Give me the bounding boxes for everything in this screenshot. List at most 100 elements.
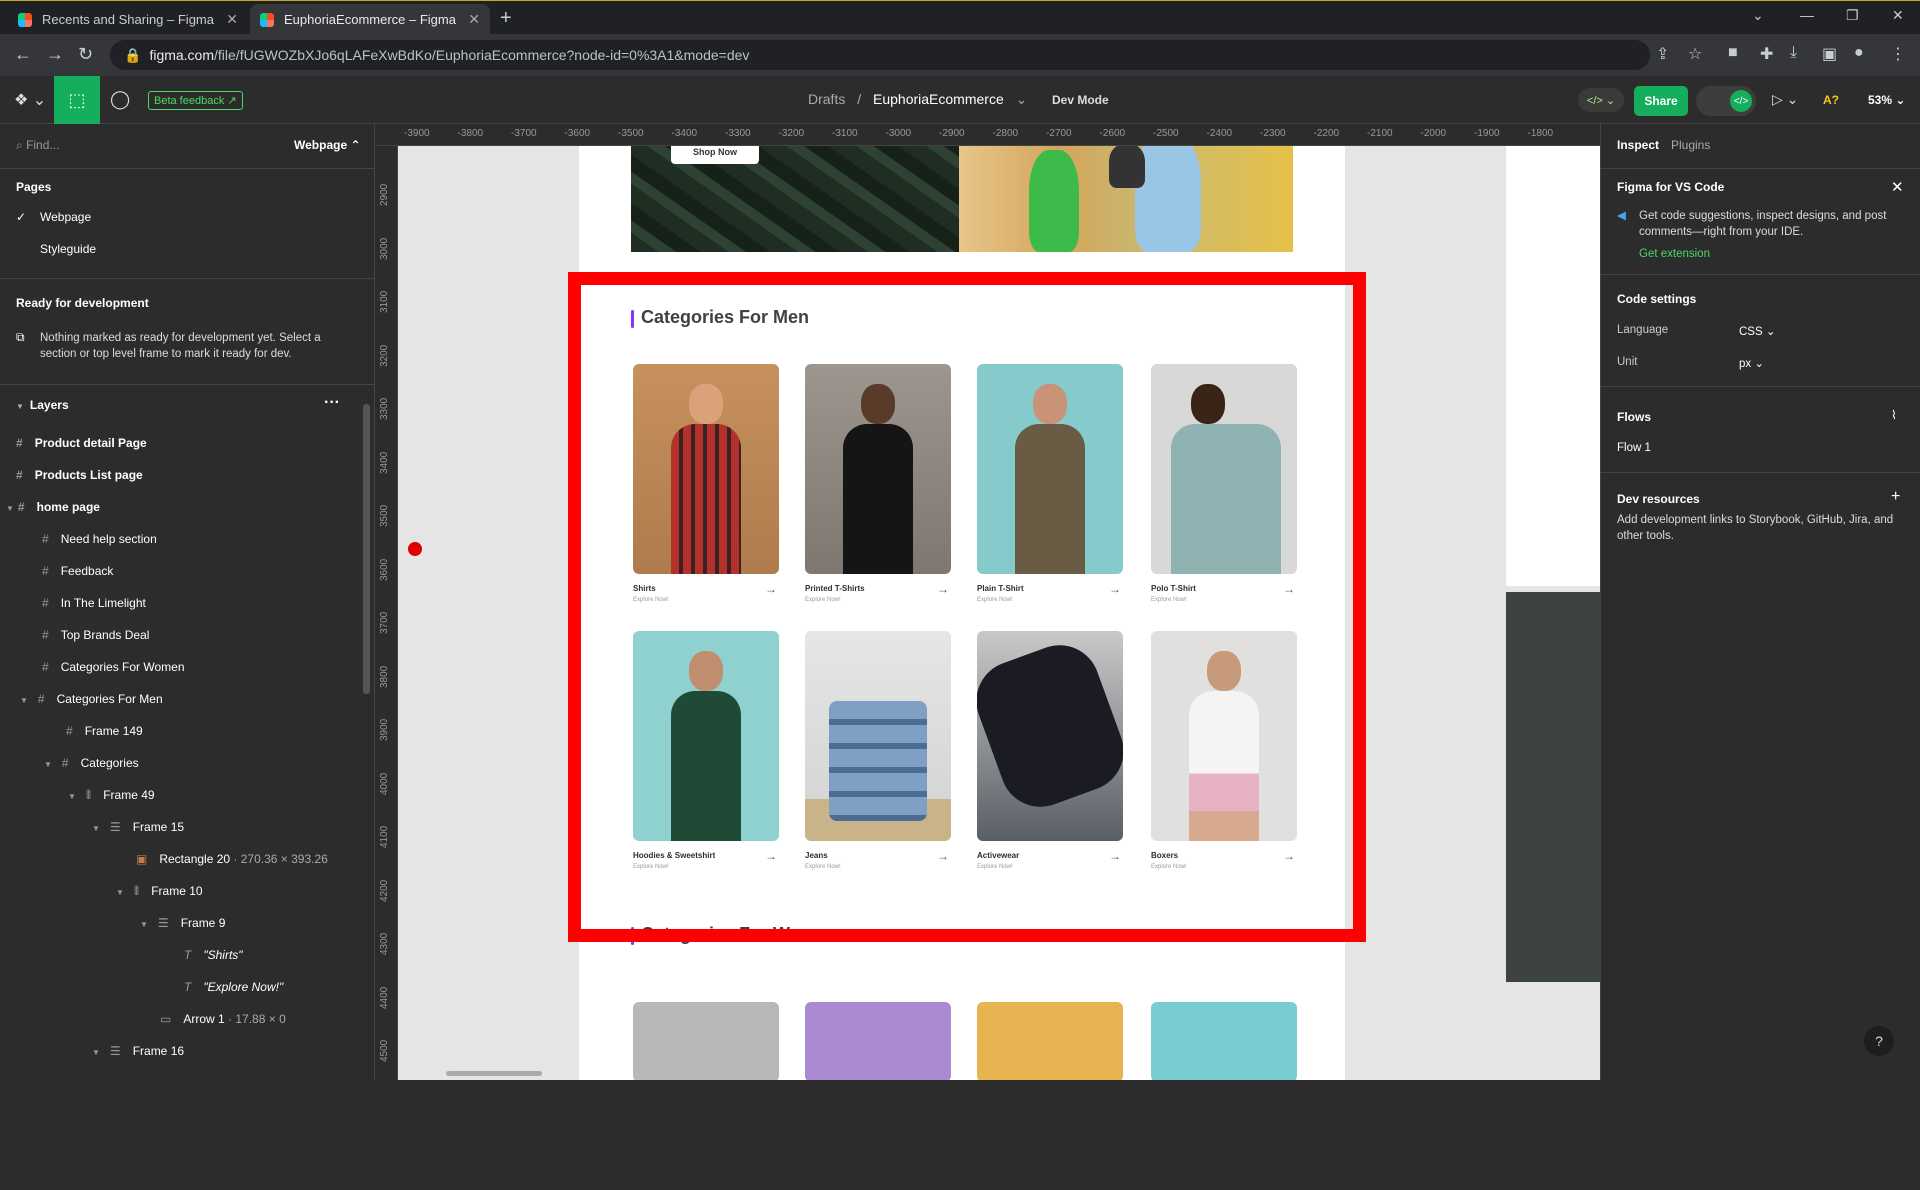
layer-frame-149[interactable]: # Frame 149 <box>66 724 143 738</box>
back-icon[interactable]: ← <box>14 44 32 65</box>
flow-item[interactable]: Flow 1 <box>1617 442 1651 454</box>
layer-frame-9[interactable]: ▼ ☰ Frame 9 <box>140 916 225 930</box>
minimize-icon[interactable]: — <box>1800 7 1814 23</box>
layer-categories-men[interactable]: ▼ # Categories For Men <box>20 692 163 706</box>
new-tab-icon[interactable]: + <box>500 7 512 30</box>
layer-arrow-1[interactable]: ▭ Arrow 1 · 17.88 × 0 <box>160 1012 286 1026</box>
close-window-icon[interactable]: ✕ <box>1892 7 1904 24</box>
menu-dots-icon[interactable]: ⋮ <box>1890 44 1906 64</box>
adjacent-dark-frame[interactable] <box>1506 592 1600 982</box>
flow-icon[interactable]: ⌇ <box>1891 408 1897 422</box>
reload-icon[interactable]: ↻ <box>78 44 93 65</box>
breadcrumb-drafts[interactable]: Drafts <box>808 91 845 107</box>
women-card-image[interactable] <box>633 1002 779 1080</box>
ruler-tick-label: -2600 <box>1099 128 1126 139</box>
page-item-webpage[interactable]: Webpage <box>40 210 91 224</box>
sidebar-icon[interactable]: ▣ <box>1822 44 1837 64</box>
layer-top-brands[interactable]: # Top Brands Deal <box>42 628 149 642</box>
women-card-image[interactable] <box>1151 1002 1297 1080</box>
layer-frame-15[interactable]: ▼ ☰ Frame 15 <box>92 820 184 834</box>
beta-feedback-button[interactable]: Beta feedback ↗ <box>148 91 243 110</box>
page-dropdown[interactable]: Webpage ⌃ <box>294 138 361 152</box>
tab-plugins[interactable]: Plugins <box>1671 138 1710 152</box>
layer-meta: · 17.88 × 0 <box>228 1012 286 1026</box>
women-card-image[interactable] <box>977 1002 1123 1080</box>
layers-title[interactable]: ▼ Layers <box>16 398 69 412</box>
layer-home-page[interactable]: ▼ # home page <box>6 500 100 514</box>
layer-products-list[interactable]: # Products List page <box>16 468 143 482</box>
page-item-styleguide[interactable]: Styleguide <box>40 242 96 256</box>
layer-label: Need help section <box>60 532 157 546</box>
tab-search-icon[interactable]: ⌄ <box>1752 7 1764 24</box>
tab-recents[interactable]: Recents and Sharing – Figma ✕ <box>8 4 248 35</box>
forward-icon[interactable]: → <box>46 44 64 65</box>
close-icon[interactable]: ✕ <box>1891 178 1904 196</box>
layer-rectangle-20[interactable]: ▣ Rectangle 20 · 270.36 × 393.26 <box>136 852 328 866</box>
code-pill-icon[interactable]: </> ⌄ <box>1578 88 1624 112</box>
caret-down-icon: ▼ <box>92 1048 100 1057</box>
present-icon[interactable]: ▷ ⌄ <box>1772 91 1798 108</box>
layer-label: Rectangle 20 <box>159 852 231 866</box>
layer-limelight[interactable]: # In The Limelight <box>42 596 146 610</box>
profile-avatar-icon[interactable]: ● <box>1854 44 1864 62</box>
close-tab-icon[interactable]: ✕ <box>468 11 480 28</box>
layer-product-detail[interactable]: # Product detail Page <box>16 436 147 450</box>
share-page-icon[interactable]: ⇪ <box>1656 44 1669 64</box>
layer-text-explore[interactable]: T "Explore Now!" <box>184 980 283 994</box>
breadcrumb: Drafts / EuphoriaEcommerce ⌄ <box>808 91 1027 108</box>
close-tab-icon[interactable]: ✕ <box>226 11 238 28</box>
layer-frame-10[interactable]: ▼ ⦀ Frame 10 <box>116 884 203 899</box>
more-options-icon[interactable]: ··· <box>324 394 340 412</box>
chevron-down-icon[interactable]: ⌄ <box>1016 91 1028 107</box>
layer-label: Categories For Women <box>60 660 185 674</box>
zoom-dropdown[interactable]: 53% ⌄ <box>1868 93 1905 107</box>
accessibility-check-icon[interactable]: A? <box>1823 93 1839 107</box>
language-select[interactable]: CSS ⌄ <box>1739 324 1776 338</box>
layer-text-shirts[interactable]: T "Shirts" <box>184 948 243 962</box>
get-extension-link[interactable]: Get extension <box>1639 248 1710 260</box>
tab-inspect[interactable]: Inspect <box>1617 138 1659 152</box>
ruler-tick-label: -3300 <box>725 128 751 139</box>
ruler-tick-label: 3600 <box>379 558 390 581</box>
unit-select[interactable]: px ⌄ <box>1739 356 1764 370</box>
layer-feedback[interactable]: # Feedback <box>42 564 113 578</box>
extension-icon[interactable]: ■ <box>1728 44 1738 62</box>
file-name[interactable]: EuphoriaEcommerce <box>873 91 1004 107</box>
download-icon[interactable]: ⤓ <box>1790 44 1797 62</box>
adjacent-frame[interactable] <box>1506 146 1600 586</box>
restore-icon[interactable]: ❐ <box>1846 7 1859 24</box>
language-value: CSS <box>1739 326 1763 338</box>
women-card-image[interactable] <box>805 1002 951 1080</box>
scroll-thumb[interactable] <box>363 404 370 694</box>
comment-tool-icon[interactable]: ◯ <box>110 89 130 110</box>
layer-frame-49[interactable]: ▼ ⦀ Frame 49 <box>68 788 155 803</box>
canvas-horizontal-scrollbar[interactable] <box>446 1071 542 1076</box>
layer-frame-16[interactable]: ▼ ☰ Frame 16 <box>92 1044 184 1058</box>
divider <box>1601 472 1920 473</box>
figma-menu-icon[interactable]: ❖ ⌄ <box>14 90 46 110</box>
puzzle-icon[interactable]: ✚ <box>1760 44 1773 64</box>
layer-label: Top Brands Deal <box>60 628 150 642</box>
dev-mode-toggle[interactable]: </> <box>1696 86 1756 116</box>
help-icon[interactable]: ? <box>1864 1026 1894 1056</box>
find-input[interactable]: ⌕ Find... <box>16 138 59 153</box>
auto-layout-icon: ⦀ <box>85 788 92 802</box>
tab-label: Recents and Sharing – Figma <box>42 12 214 27</box>
layer-need-help[interactable]: # Need help section <box>42 532 157 546</box>
url-host: figma.com <box>149 47 215 63</box>
share-button[interactable]: Share <box>1634 86 1688 116</box>
ruler-tick-label: -1900 <box>1474 128 1500 139</box>
divider <box>1601 386 1920 387</box>
bookmark-star-icon[interactable]: ☆ <box>1688 44 1702 64</box>
add-icon[interactable]: + <box>1891 488 1900 506</box>
url-bar[interactable]: 🔒 figma.com /file/fUGWOZbXJo6qLAFeXwBdKo… <box>110 40 1650 70</box>
layer-categories[interactable]: ▼ # Categories <box>44 756 139 770</box>
tab-euphoria[interactable]: EuphoriaEcommerce – Figma ✕ <box>250 4 490 35</box>
ruler-tick-label: 4200 <box>379 879 390 902</box>
layer-categories-women[interactable]: # Categories For Women <box>42 660 185 674</box>
inspect-tool-icon[interactable]: ⬚ <box>54 76 100 124</box>
auto-layout-icon: ⦀ <box>133 884 140 898</box>
layer-label: Frame 149 <box>84 724 143 738</box>
layers-scrollbar[interactable] <box>362 390 372 1190</box>
ready-title: Ready for development <box>16 296 149 310</box>
